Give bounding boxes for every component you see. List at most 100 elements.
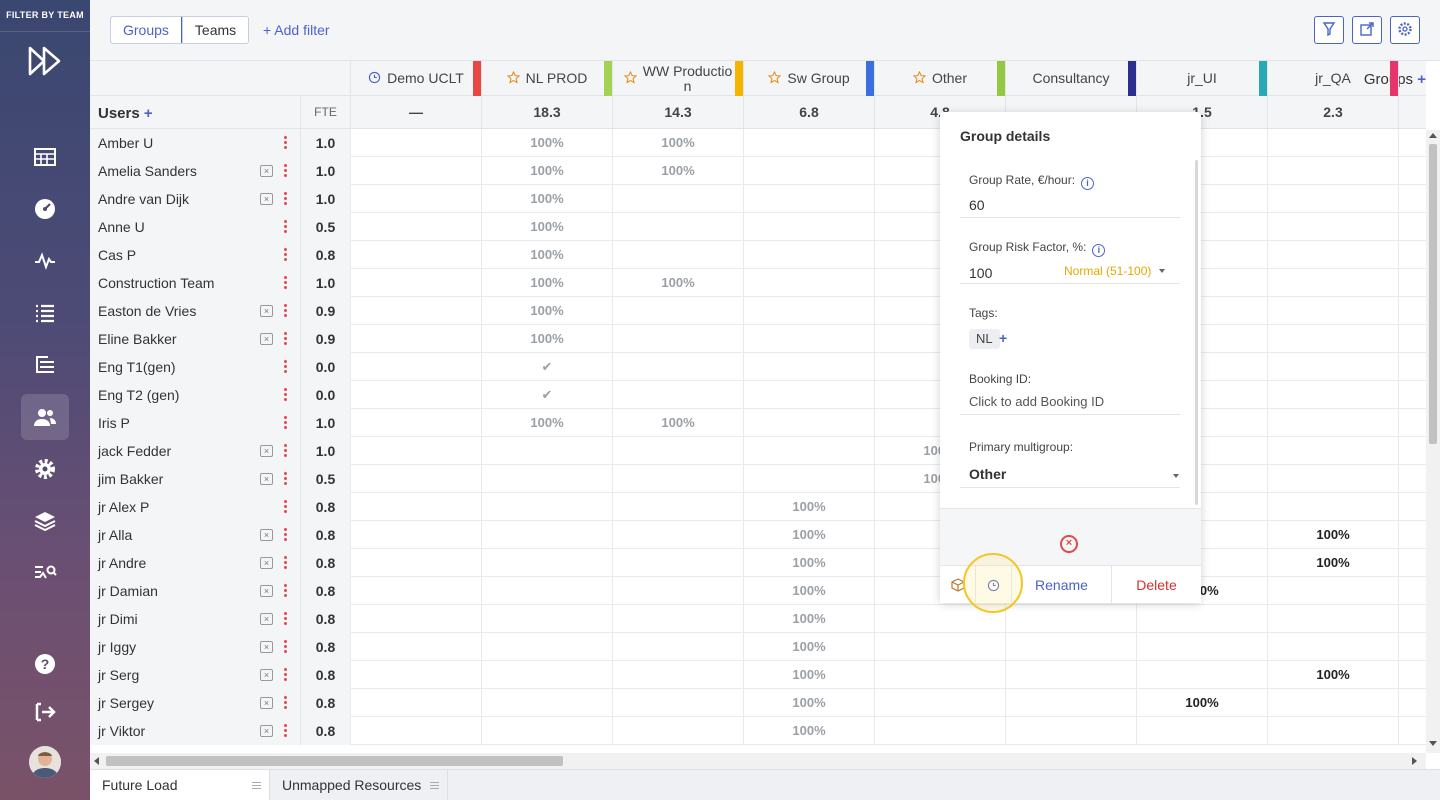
- allocation-cell[interactable]: [350, 297, 481, 325]
- remove-user-icon[interactable]: ×: [260, 165, 273, 177]
- more-menu-icon[interactable]: [284, 444, 288, 458]
- delete-button[interactable]: Delete: [1111, 566, 1201, 604]
- scroll-up-arrow-icon[interactable]: [1429, 132, 1437, 138]
- allocation-cell[interactable]: [350, 213, 481, 241]
- help-icon[interactable]: ?: [21, 641, 69, 687]
- allocation-cell[interactable]: [1398, 549, 1426, 577]
- tag-chip[interactable]: NL: [969, 329, 1000, 349]
- allocation-cell[interactable]: [481, 465, 612, 493]
- allocation-cell[interactable]: [1398, 269, 1426, 297]
- remove-user-icon[interactable]: ×: [260, 333, 273, 345]
- allocation-cell[interactable]: [612, 381, 743, 409]
- tab-groups[interactable]: Groups: [111, 17, 182, 43]
- allocation-cell[interactable]: [350, 157, 481, 185]
- tab-unmapped-resources[interactable]: Unmapped Resources: [270, 770, 448, 800]
- allocation-cell[interactable]: [1267, 577, 1398, 605]
- more-menu-icon[interactable]: [284, 220, 288, 234]
- remove-user-icon[interactable]: ×: [260, 725, 273, 737]
- remove-user-icon[interactable]: ×: [260, 613, 273, 625]
- remove-user-icon[interactable]: ×: [260, 697, 273, 709]
- calendar-grid-icon[interactable]: [21, 134, 69, 180]
- allocation-cell[interactable]: [612, 353, 743, 381]
- user-name[interactable]: jr Viktor ×: [90, 717, 300, 745]
- tab-teams[interactable]: Teams: [181, 17, 248, 43]
- allocation-cell[interactable]: 100%: [481, 213, 612, 241]
- user-name[interactable]: Iris P: [90, 409, 300, 437]
- allocation-cell[interactable]: [1398, 437, 1426, 465]
- user-name[interactable]: jr Serg ×: [90, 661, 300, 689]
- filter-funnel-button[interactable]: [1314, 16, 1344, 44]
- allocation-cell[interactable]: [743, 297, 874, 325]
- user-name[interactable]: Eng T2 (gen): [90, 381, 300, 409]
- allocation-cell[interactable]: [874, 633, 1005, 661]
- more-menu-icon[interactable]: [284, 696, 288, 710]
- allocation-cell[interactable]: [612, 241, 743, 269]
- group-header-4[interactable]: Other: [874, 61, 1005, 96]
- allocation-cell[interactable]: [350, 185, 481, 213]
- allocation-cell[interactable]: [1398, 577, 1426, 605]
- allocation-cell[interactable]: [1398, 297, 1426, 325]
- chart-search-icon[interactable]: [21, 550, 69, 596]
- allocation-cell[interactable]: [481, 493, 612, 521]
- more-menu-icon[interactable]: [284, 640, 288, 654]
- allocation-cell[interactable]: [1005, 717, 1136, 745]
- allocation-cell[interactable]: 100%: [481, 185, 612, 213]
- allocation-cell[interactable]: [350, 493, 481, 521]
- add-user-button[interactable]: +: [144, 105, 153, 122]
- allocation-cell[interactable]: 100%: [481, 297, 612, 325]
- allocation-cell[interactable]: 100%: [1136, 689, 1267, 717]
- more-menu-icon[interactable]: [284, 500, 288, 514]
- allocation-cell[interactable]: ✔: [481, 353, 612, 381]
- allocation-cell[interactable]: 100%: [481, 129, 612, 157]
- allocation-cell[interactable]: [1267, 185, 1398, 213]
- allocation-cell[interactable]: [743, 465, 874, 493]
- more-menu-icon[interactable]: [284, 416, 288, 430]
- allocation-cell[interactable]: [1136, 661, 1267, 689]
- allocation-cell[interactable]: [612, 521, 743, 549]
- allocation-cell[interactable]: [481, 717, 612, 745]
- more-menu-icon[interactable]: [284, 612, 288, 626]
- allocation-cell[interactable]: [612, 465, 743, 493]
- allocation-cell[interactable]: [612, 605, 743, 633]
- allocation-cell[interactable]: [481, 661, 612, 689]
- allocation-cell[interactable]: [350, 549, 481, 577]
- allocation-cell[interactable]: [481, 605, 612, 633]
- more-menu-icon[interactable]: [284, 192, 288, 206]
- allocation-cell[interactable]: [743, 409, 874, 437]
- allocation-cell[interactable]: 100%: [481, 157, 612, 185]
- user-name[interactable]: jr Alex P: [90, 493, 300, 521]
- user-name[interactable]: Easton de Vries ×: [90, 297, 300, 325]
- allocation-cell[interactable]: [481, 521, 612, 549]
- allocation-cell[interactable]: [1267, 689, 1398, 717]
- rename-button[interactable]: Rename: [1011, 566, 1111, 604]
- user-name[interactable]: jr Andre ×: [90, 549, 300, 577]
- scroll-down-arrow-icon[interactable]: [1429, 741, 1437, 747]
- horizontal-scroll-thumb[interactable]: [106, 756, 563, 766]
- group-header-5[interactable]: Consultancy: [1005, 61, 1136, 96]
- vertical-scrollbar[interactable]: [1426, 130, 1440, 753]
- dashboard-gauge-icon[interactable]: [21, 186, 69, 232]
- allocation-cell[interactable]: [743, 157, 874, 185]
- group-header-7[interactable]: jr_QA: [1267, 61, 1398, 96]
- risk-level-select[interactable]: Normal (51-100): [1064, 264, 1166, 278]
- settings-button[interactable]: [1390, 16, 1420, 44]
- allocation-cell[interactable]: [1398, 409, 1426, 437]
- allocation-cell[interactable]: [1267, 493, 1398, 521]
- allocation-cell[interactable]: [350, 325, 481, 353]
- horizontal-scrollbar[interactable]: [90, 753, 1426, 769]
- group-header-6[interactable]: jr_UI: [1136, 61, 1267, 96]
- allocation-cell[interactable]: [1267, 437, 1398, 465]
- tree-list-icon[interactable]: [21, 342, 69, 388]
- group-header-0[interactable]: Demo UCLT: [350, 61, 481, 96]
- avatar[interactable]: [29, 746, 61, 778]
- allocation-cell[interactable]: 100%: [481, 241, 612, 269]
- allocation-cell[interactable]: [612, 437, 743, 465]
- allocation-cell[interactable]: [1398, 717, 1426, 745]
- allocation-cell[interactable]: [350, 409, 481, 437]
- remove-user-icon[interactable]: ×: [260, 585, 273, 597]
- more-menu-icon[interactable]: [284, 584, 288, 598]
- remove-user-icon[interactable]: ×: [260, 669, 273, 681]
- allocation-cell[interactable]: 100%: [612, 157, 743, 185]
- allocation-cell[interactable]: [612, 297, 743, 325]
- allocation-cell[interactable]: [1136, 605, 1267, 633]
